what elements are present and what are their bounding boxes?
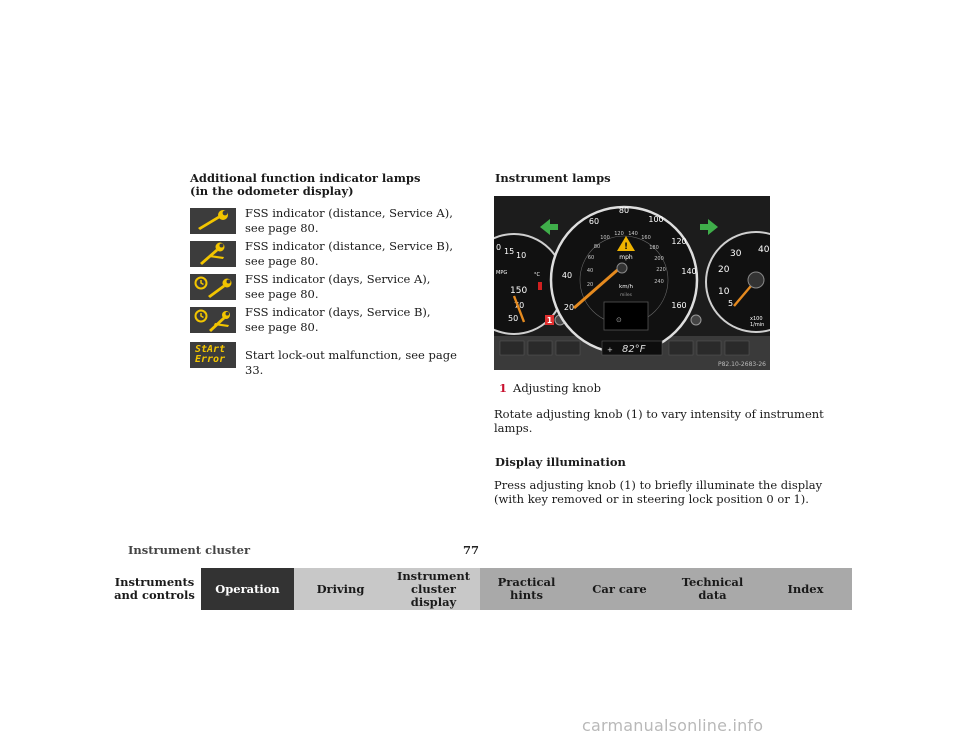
indicator-row-fss-days-a: FSS indicator (days, Service A), see pag… — [190, 272, 460, 302]
tacho-tick: 30 — [730, 249, 742, 259]
figure-reference: P82.10-2683-26 — [718, 361, 766, 368]
speedo-inner-tick: 60 — [588, 255, 594, 261]
left-gauge-tick: 50 — [508, 314, 518, 323]
speedo-inner-tick: 20 — [587, 282, 593, 288]
indicator-text-line2: see page 80. — [245, 254, 319, 268]
watermark: carmanualsonline.info — [582, 716, 764, 735]
instrument-cluster-figure: 0 15 10 MPG °C 150 70 50 20 40 60 80 100… — [494, 196, 770, 370]
speedo-outer-tick: 140 — [681, 267, 696, 276]
speedo-inner-tick: 80 — [594, 244, 600, 250]
heading-line-2: (in the odometer display) — [190, 184, 354, 198]
speedo-inner-tick: 200 — [654, 256, 664, 262]
svg-text:!: ! — [624, 242, 628, 252]
speedo-unit-kmh: km/h — [619, 284, 633, 290]
speedo-outer-tick: 80 — [619, 206, 629, 215]
instrument-lamps-paragraph: Rotate adjusting knob (1) to vary intens… — [494, 407, 824, 435]
start-error-icon: StArt Error — [190, 342, 236, 368]
tab-label: Instrument cluster display — [396, 568, 471, 609]
paragraph-line: (with key removed or in steering lock po… — [494, 492, 809, 506]
temperature-readout: 82°F — [622, 344, 646, 355]
indicator-text-line1: FSS indicator (days, Service B), — [245, 305, 431, 319]
tab-label: Instruments and controls — [114, 575, 195, 602]
left-gauge-tick: 150 — [510, 286, 527, 296]
speedo-outer-tick: 100 — [648, 215, 663, 224]
tab-operation[interactable]: Operation — [201, 568, 294, 610]
paragraph-line: Rotate adjusting knob (1) to vary intens… — [494, 407, 824, 421]
tab-instrument-cluster-display[interactable]: Instrument cluster display — [387, 568, 480, 610]
callout-label-in-figure: 1 — [547, 316, 553, 325]
display-illumination-paragraph: Press adjusting knob (1) to briefly illu… — [494, 478, 822, 506]
tacho-tick: 40 — [758, 245, 770, 255]
left-gauge-tick: 10 — [516, 251, 526, 260]
instrument-lamps-heading: Instrument lamps — [495, 171, 611, 185]
speedo-inner-tick: 180 — [649, 245, 659, 251]
left-gauge-tick: 0 — [496, 243, 501, 252]
tab-label: Driving — [316, 581, 365, 596]
section-nav: Instruments and controls Operation Drivi… — [108, 568, 852, 610]
indicator-text-line2: see page 80. — [245, 287, 319, 301]
left-gauge-label: MPG — [496, 270, 507, 276]
clock-wrench-b-icon — [190, 307, 236, 333]
tacho-tick: 10 — [718, 287, 730, 297]
tab-label: Operation — [215, 581, 280, 596]
error-display-text: Error — [195, 354, 226, 365]
callout-number: 1 — [499, 381, 508, 395]
indicator-row-start-lockout: StArt Error Start lock-out malfunction, … — [190, 340, 460, 377]
indicator-text-line1: FSS indicator (distance, Service A), — [245, 206, 453, 220]
speedo-outer-tick: 160 — [671, 301, 686, 310]
indicator-text-line1: FSS indicator (distance, Service B), — [245, 239, 454, 253]
tab-instruments-and-controls[interactable]: Instruments and controls — [108, 568, 201, 610]
tab-index[interactable]: Index — [759, 568, 852, 610]
speedo-inner-tick: 160 — [641, 235, 651, 241]
speedo-outer-tick: 40 — [562, 271, 572, 280]
wrench-icon — [190, 208, 236, 234]
page-number: 77 — [463, 543, 480, 557]
tacho-tick: 20 — [718, 265, 730, 275]
clock-wrench-icon — [190, 274, 236, 300]
indicator-row-fss-distance-a: FSS indicator (distance, Service A), see… — [190, 206, 460, 236]
left-gauge-tick: 15 — [504, 247, 514, 256]
indicator-row-fss-distance-b: FSS indicator (distance, Service B), see… — [190, 239, 460, 269]
tab-technical-data[interactable]: Technical data — [666, 568, 759, 610]
speedo-miles: miles — [620, 292, 633, 298]
indicator-section-heading: Additional function indicator lamps (in … — [190, 172, 420, 198]
speedo-outer-tick: 60 — [589, 217, 599, 226]
tab-label: Practical hints — [497, 575, 556, 602]
display-illumination-heading: Display illumination — [495, 455, 626, 469]
indicator-text-line1: Start lock-out malfunction, see page 33. — [245, 348, 457, 377]
callout-label: Adjusting knob — [513, 381, 601, 395]
speedo-inner-tick: 140 — [628, 231, 638, 237]
svg-text:⊙: ⊙ — [616, 316, 622, 324]
indicator-text-line2: see page 80. — [245, 221, 319, 235]
speedo-inner-tick: 240 — [654, 279, 664, 285]
indicator-text-line2: see page 80. — [245, 320, 319, 334]
indicator-text-line1: FSS indicator (days, Service A), — [245, 272, 431, 286]
tab-label: Index — [787, 581, 824, 596]
speedo-inner-tick: 100 — [600, 235, 610, 241]
speedo-outer-tick: 20 — [564, 303, 574, 312]
tacho-unit-rpm: 1/min — [750, 322, 764, 328]
tab-practical-hints[interactable]: Practical hints — [480, 568, 573, 610]
paragraph-line: Press adjusting knob (1) to briefly illu… — [494, 478, 823, 492]
tab-car-care[interactable]: Car care — [573, 568, 666, 610]
tab-label: Technical data — [681, 575, 744, 602]
indicator-row-fss-days-b: FSS indicator (days, Service B), see pag… — [190, 305, 460, 335]
speedo-inner-tick: 40 — [587, 268, 593, 274]
speedo-inner-tick: 120 — [614, 231, 624, 237]
speedo-inner-tick: 220 — [656, 267, 666, 273]
speedo-outer-tick: 120 — [671, 237, 686, 246]
temperature-plus: + — [607, 346, 613, 354]
paragraph-line: lamps. — [494, 421, 533, 435]
tab-label: Car care — [592, 581, 647, 596]
callout-legend: 1 Adjusting knob — [499, 381, 601, 395]
tab-driving[interactable]: Driving — [294, 568, 387, 610]
wrench-b-icon — [190, 241, 236, 267]
section-title: Instrument cluster — [128, 543, 251, 557]
left-gauge-label: °C — [534, 272, 541, 278]
speedo-unit-mph: mph — [619, 254, 633, 261]
tacho-tick: 5 — [728, 299, 733, 308]
